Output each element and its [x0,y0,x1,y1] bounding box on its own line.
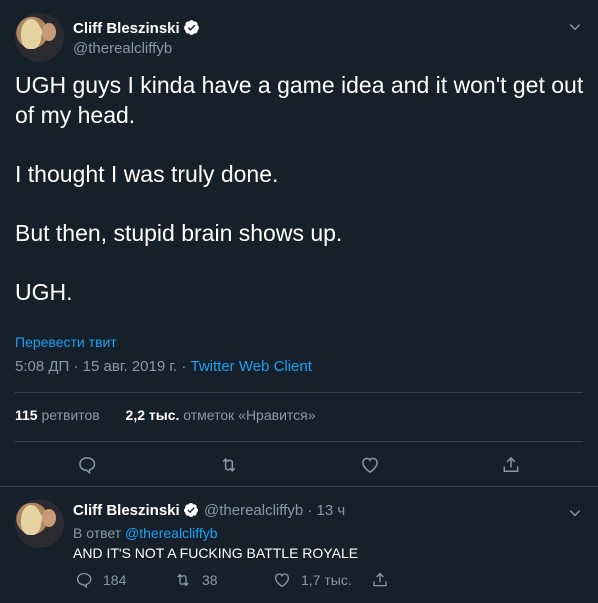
tweet-text-line: I thought I was truly done. [15,161,279,187]
reply-likes-count: 1,7 тыс. [301,572,352,588]
retweets-stat[interactable]: 115 ретвитов [15,407,100,423]
share-icon [503,456,519,472]
tweet-text-line: UGH guys I kinda have a game idea and it… [15,72,584,128]
reply-prefix: В ответ [73,525,122,541]
tweet-time[interactable]: 5:08 ДП [15,358,69,375]
tweet-text: UGH guys I kinda have a game idea and it… [15,70,585,336]
divider [15,441,583,442]
tweet-client-link[interactable]: Twitter Web Client [190,358,311,375]
reply-like-button[interactable]: 1,7 тыс. [273,571,352,589]
author-handle[interactable]: @therealcliffyb [73,40,172,57]
reply-icon [79,457,96,475]
reply-text: AND IT'S NOT A FUCKING BATTLE ROYALE [73,545,359,561]
tweet-text-line: But then, stupid brain shows up. [15,220,343,246]
chevron-down-icon[interactable] [568,20,582,34]
reply-icon [76,572,92,589]
reply-reply-button[interactable]: 184 [75,571,126,589]
retweets-count: 115 [15,407,38,423]
likes-count: 2,2 тыс. [125,407,180,423]
reply-retweet-button[interactable]: 38 [174,571,218,589]
reply-button[interactable] [77,455,97,475]
reply-author-name-text[interactable]: Cliff Bleszinski [73,502,180,519]
retweet-icon [222,458,236,472]
share-button[interactable] [501,455,521,475]
reply-retweets-count: 38 [202,572,218,588]
tweet-meta: 5:08 ДП · 15 авг. 2019 г. · Twitter Web … [15,358,312,375]
reply-mention-link[interactable]: @therealcliffyb [125,525,218,541]
like-icon [274,573,290,588]
reply-replies-count: 184 [103,572,127,588]
tweet-date[interactable]: 15 авг. 2019 г. [83,358,177,375]
reply-author-handle-time[interactable]: @therealcliffyb · 13 ч [204,502,345,519]
avatar[interactable] [15,13,64,62]
verified-badge-icon [183,503,198,517]
tweet-stats: 115 ретвитов 2,2 тыс. отметок «Нравится» [15,407,316,423]
retweets-label: ретвитов [41,407,100,423]
main-tweet: Cliff Bleszinski @therealcliffyb UGH guy… [0,0,598,487]
verified-badge-icon [183,20,199,35]
like-button[interactable] [360,455,380,475]
reply-avatar[interactable] [15,499,64,548]
reply-share-button[interactable] [371,571,389,589]
retweet-icon [177,573,189,587]
likes-label: отметок «Нравится» [183,407,316,423]
divider [15,392,583,393]
likes-stat[interactable]: 2,2 тыс. отметок «Нравится» [126,407,316,423]
tweet-text-line: UGH. [15,279,73,305]
chevron-down-icon[interactable] [568,506,582,520]
replying-to: В ответ @therealcliffyb [73,525,218,541]
reply-author-name[interactable]: Cliff Bleszinski [73,502,199,519]
meta-separator: · [73,358,79,375]
share-icon [373,572,387,587]
meta-separator: · [181,358,187,375]
translate-tweet-link[interactable]: Перевести твит [15,334,117,350]
author-name-text[interactable]: Cliff Bleszinski [73,20,180,37]
retweet-button[interactable] [219,455,239,475]
author-name[interactable]: Cliff Bleszinski [73,19,200,37]
like-icon [362,457,378,473]
